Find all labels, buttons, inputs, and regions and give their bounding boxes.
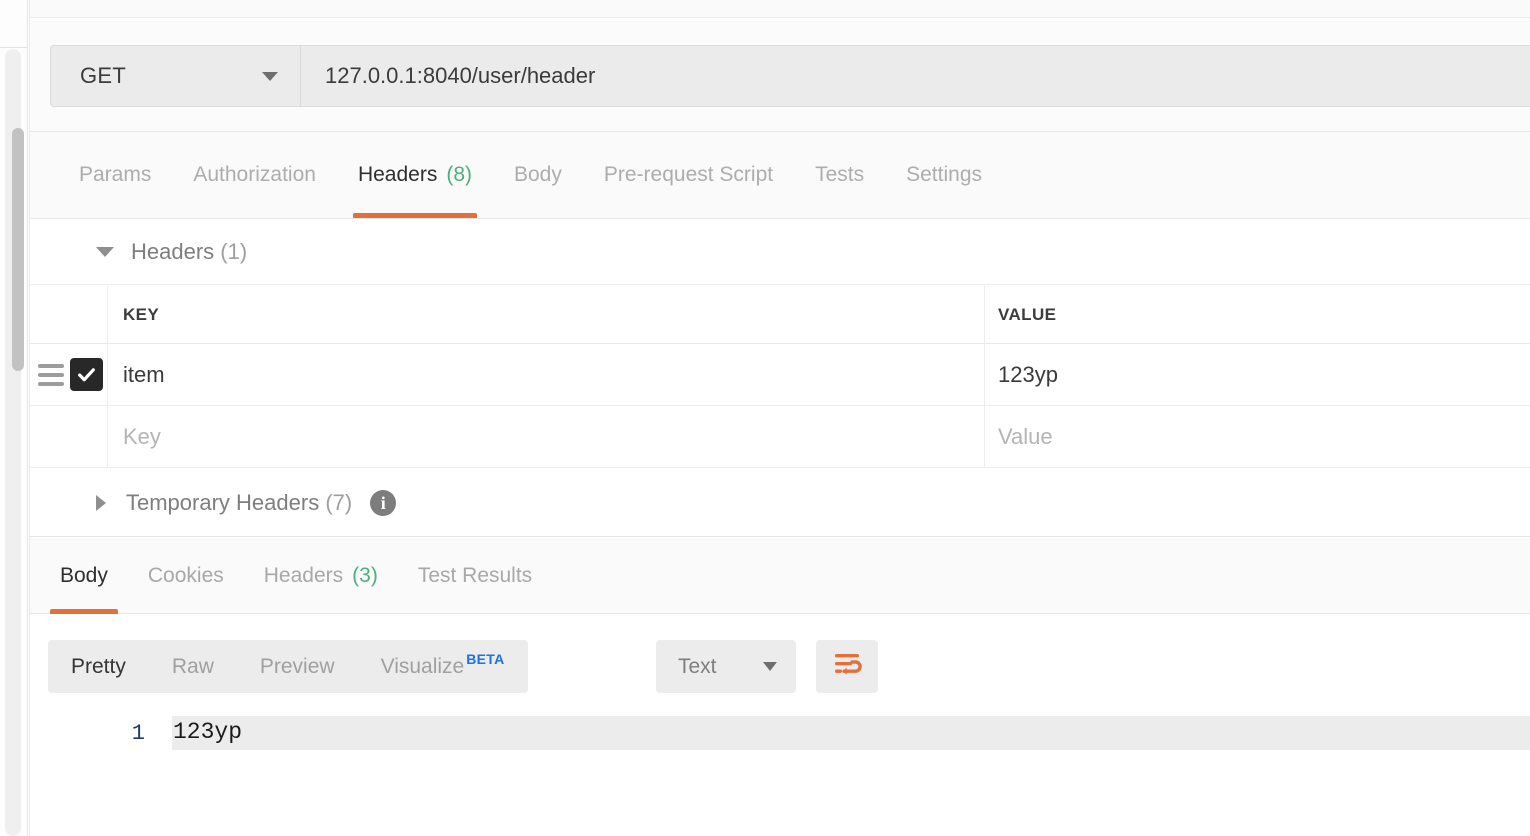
postman-request-response-pane: GET 127.0.0.1:8040/user/header Params Au… xyxy=(0,0,1530,836)
active-tab-underline xyxy=(352,213,477,218)
headers-section-label: Headers xyxy=(131,239,215,264)
tab-label: Tests xyxy=(815,162,865,186)
row-controls-empty xyxy=(30,406,108,467)
view-mode-label: Preview xyxy=(259,654,335,678)
view-mode-pretty[interactable]: Pretty xyxy=(48,640,149,693)
request-tabs: Params Authorization Headers (8) Body Pr… xyxy=(30,132,1530,219)
row-value-text: 123yp xyxy=(998,361,1058,387)
response-tab-cookies[interactable]: Cookies xyxy=(128,538,244,614)
tab-headers[interactable]: Headers (8) xyxy=(337,131,493,218)
headers-table: KEY VALUE item 123yp Key Value xyxy=(30,286,1530,468)
tab-label: Headers xyxy=(263,563,344,587)
view-mode-label: Raw xyxy=(171,654,214,678)
info-icon-glyph: i xyxy=(380,492,386,513)
tab-count: (8) xyxy=(446,162,472,186)
top-strip xyxy=(30,0,1530,18)
headers-section-header[interactable]: Headers (1) xyxy=(30,220,1530,285)
new-row-value-input[interactable]: Value xyxy=(985,406,1530,467)
response-format-label: Text xyxy=(678,654,717,678)
tab-label: Params xyxy=(79,162,152,186)
response-body-text: 123yp xyxy=(173,719,243,745)
response-tab-test-results[interactable]: Test Results xyxy=(398,538,552,614)
view-mode-visualize[interactable]: Visualize BETA xyxy=(358,640,528,693)
code-line-number: 1 xyxy=(131,721,145,746)
temporary-headers-section-header[interactable]: Temporary Headers (7) i xyxy=(30,470,1530,537)
chevron-down-icon xyxy=(763,662,777,671)
tab-label: Test Results xyxy=(417,563,533,587)
request-url-input[interactable]: 127.0.0.1:8040/user/header xyxy=(301,46,1530,106)
row-key-input[interactable]: item xyxy=(108,344,985,405)
rail-divider xyxy=(0,47,28,48)
new-row-key-input[interactable]: Key xyxy=(108,406,985,467)
info-icon[interactable]: i xyxy=(370,490,397,516)
response-body-toolbar: Pretty Raw Preview Visualize BETA Text xyxy=(30,615,1530,705)
view-mode-label: Visualize xyxy=(380,654,465,678)
request-url-row: GET 127.0.0.1:8040/user/header xyxy=(30,19,1530,132)
column-header-key: KEY xyxy=(108,286,985,343)
http-method-label: GET xyxy=(80,63,127,88)
tab-pre-request-script[interactable]: Pre-request Script xyxy=(583,131,794,218)
header-cell-spacer xyxy=(30,286,108,343)
row-key-text: item xyxy=(123,361,165,387)
temporary-headers-count: (7) xyxy=(325,490,353,515)
row-controls xyxy=(30,344,108,405)
temporary-headers-label: Temporary Headers xyxy=(126,490,320,515)
new-row-key-placeholder: Key xyxy=(123,423,161,449)
column-header-value: VALUE xyxy=(985,286,1530,343)
code-line-highlight xyxy=(172,716,1530,750)
vertical-scrollbar-track[interactable] xyxy=(5,49,24,836)
view-mode-label: Pretty xyxy=(71,654,126,678)
chevron-down-icon xyxy=(262,71,278,81)
drag-handle-icon[interactable] xyxy=(38,363,64,386)
left-rail xyxy=(0,0,28,836)
headers-section-title: Headers (1) xyxy=(131,239,247,265)
word-wrap-icon xyxy=(832,650,862,683)
new-row-value-placeholder: Value xyxy=(998,423,1053,449)
tab-authorization[interactable]: Authorization xyxy=(172,131,337,218)
chevron-right-icon[interactable] xyxy=(96,495,106,511)
chevron-down-icon[interactable] xyxy=(96,247,114,257)
beta-badge: BETA xyxy=(466,651,505,667)
tab-label: Cookies xyxy=(147,563,224,587)
table-row: item 123yp xyxy=(30,344,1530,406)
tab-label: Body xyxy=(60,563,108,587)
word-wrap-toggle-button[interactable] xyxy=(816,640,878,693)
tab-body[interactable]: Body xyxy=(493,131,583,218)
table-header-row: KEY VALUE xyxy=(30,286,1530,344)
tab-settings[interactable]: Settings xyxy=(885,131,1003,218)
temporary-headers-title: Temporary Headers (7) xyxy=(126,490,352,516)
response-tab-headers[interactable]: Headers (3) xyxy=(244,538,398,614)
column-header-value-label: VALUE xyxy=(998,304,1057,324)
tab-count: (3) xyxy=(352,563,378,587)
tab-label: Headers xyxy=(357,162,438,186)
response-tab-body[interactable]: Body xyxy=(40,538,128,614)
tab-label: Authorization xyxy=(193,162,316,186)
tab-label: Body xyxy=(514,162,562,186)
request-url-text: 127.0.0.1:8040/user/header xyxy=(325,63,596,88)
tab-label: Settings xyxy=(906,162,983,186)
active-tab-underline xyxy=(50,608,118,614)
tab-tests[interactable]: Tests xyxy=(794,131,885,218)
row-checkbox[interactable] xyxy=(70,358,103,391)
tab-params[interactable]: Params xyxy=(58,131,172,218)
vertical-scrollbar-thumb[interactable] xyxy=(12,128,24,371)
column-header-key-label: KEY xyxy=(123,304,160,324)
response-format-select[interactable]: Text xyxy=(656,640,796,693)
headers-section-count: (1) xyxy=(220,239,248,264)
view-mode-switch: Pretty Raw Preview Visualize BETA xyxy=(48,640,528,693)
table-row-new: Key Value xyxy=(30,406,1530,468)
row-value-input[interactable]: 123yp xyxy=(985,344,1530,405)
http-method-select[interactable]: GET xyxy=(51,46,301,106)
request-bar: GET 127.0.0.1:8040/user/header xyxy=(50,45,1530,107)
tab-label: Pre-request Script xyxy=(603,162,774,186)
response-body-viewer[interactable]: 1 123yp xyxy=(30,705,1530,836)
response-tabs: Body Cookies Headers (3) Test Results xyxy=(30,538,1530,614)
main-column: GET 127.0.0.1:8040/user/header Params Au… xyxy=(30,0,1530,836)
view-mode-preview[interactable]: Preview xyxy=(237,640,358,693)
view-mode-raw[interactable]: Raw xyxy=(149,640,237,693)
